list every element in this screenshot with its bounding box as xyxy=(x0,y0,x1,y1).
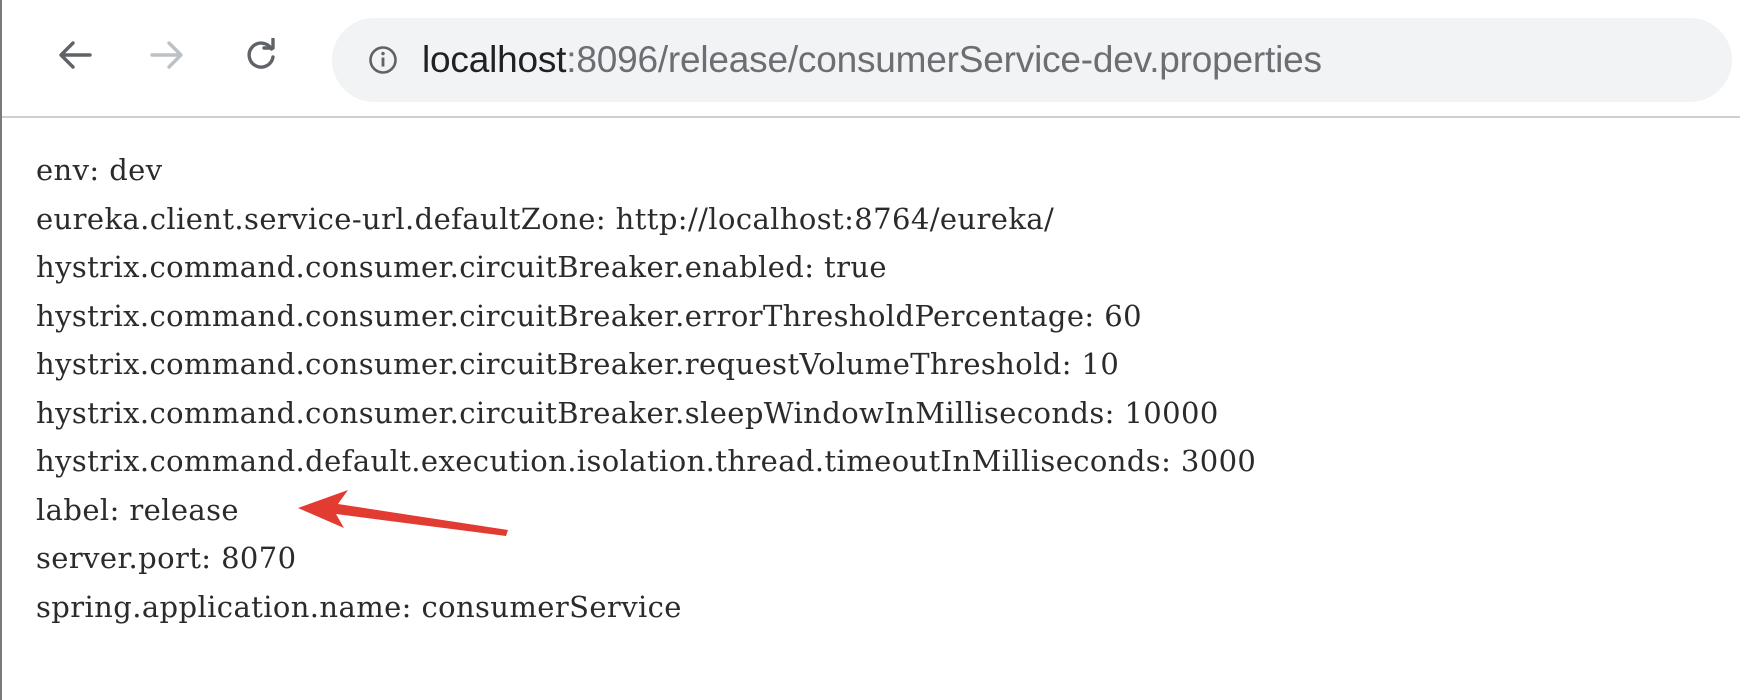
arrow-right-icon xyxy=(150,41,183,69)
arrow-left-icon xyxy=(59,41,92,69)
reload-button[interactable] xyxy=(236,30,286,80)
browser-window: localhost:8096/release/consumerService-d… xyxy=(0,0,1740,700)
annotation-arrow-icon xyxy=(298,490,508,536)
property-line: spring.application.name: consumerService xyxy=(36,589,682,624)
reload-icon xyxy=(247,38,275,69)
property-line: eureka.client.service-url.defaultZone: h… xyxy=(36,201,1055,236)
property-line: hystrix.command.consumer.circuitBreaker.… xyxy=(36,250,887,284)
property-line: server.port: 8070 xyxy=(36,541,297,575)
browser-toolbar: localhost:8096/release/consumerService-d… xyxy=(2,0,1740,118)
property-line: hystrix.command.consumer.circuitBreaker.… xyxy=(36,347,1120,381)
address-bar[interactable]: localhost:8096/release/consumerService-d… xyxy=(332,18,1732,102)
forward-button[interactable] xyxy=(142,30,192,80)
page-content: env: dev eureka.client.service-url.defau… xyxy=(36,146,1730,631)
address-url[interactable]: localhost:8096/release/consumerService-d… xyxy=(422,36,1322,84)
property-line: hystrix.command.consumer.circuitBreaker.… xyxy=(36,395,1219,430)
info-icon[interactable] xyxy=(368,45,398,75)
url-path: :8096/release/consumerService-dev.proper… xyxy=(566,39,1322,80)
back-button[interactable] xyxy=(50,30,100,80)
property-line: hystrix.command.consumer.circuitBreaker.… xyxy=(36,298,1142,333)
property-line: env: dev xyxy=(36,153,163,187)
url-host: localhost xyxy=(422,39,567,80)
property-line: hystrix.command.default.execution.isolat… xyxy=(36,444,1257,478)
property-line-label: label: release xyxy=(36,492,239,527)
